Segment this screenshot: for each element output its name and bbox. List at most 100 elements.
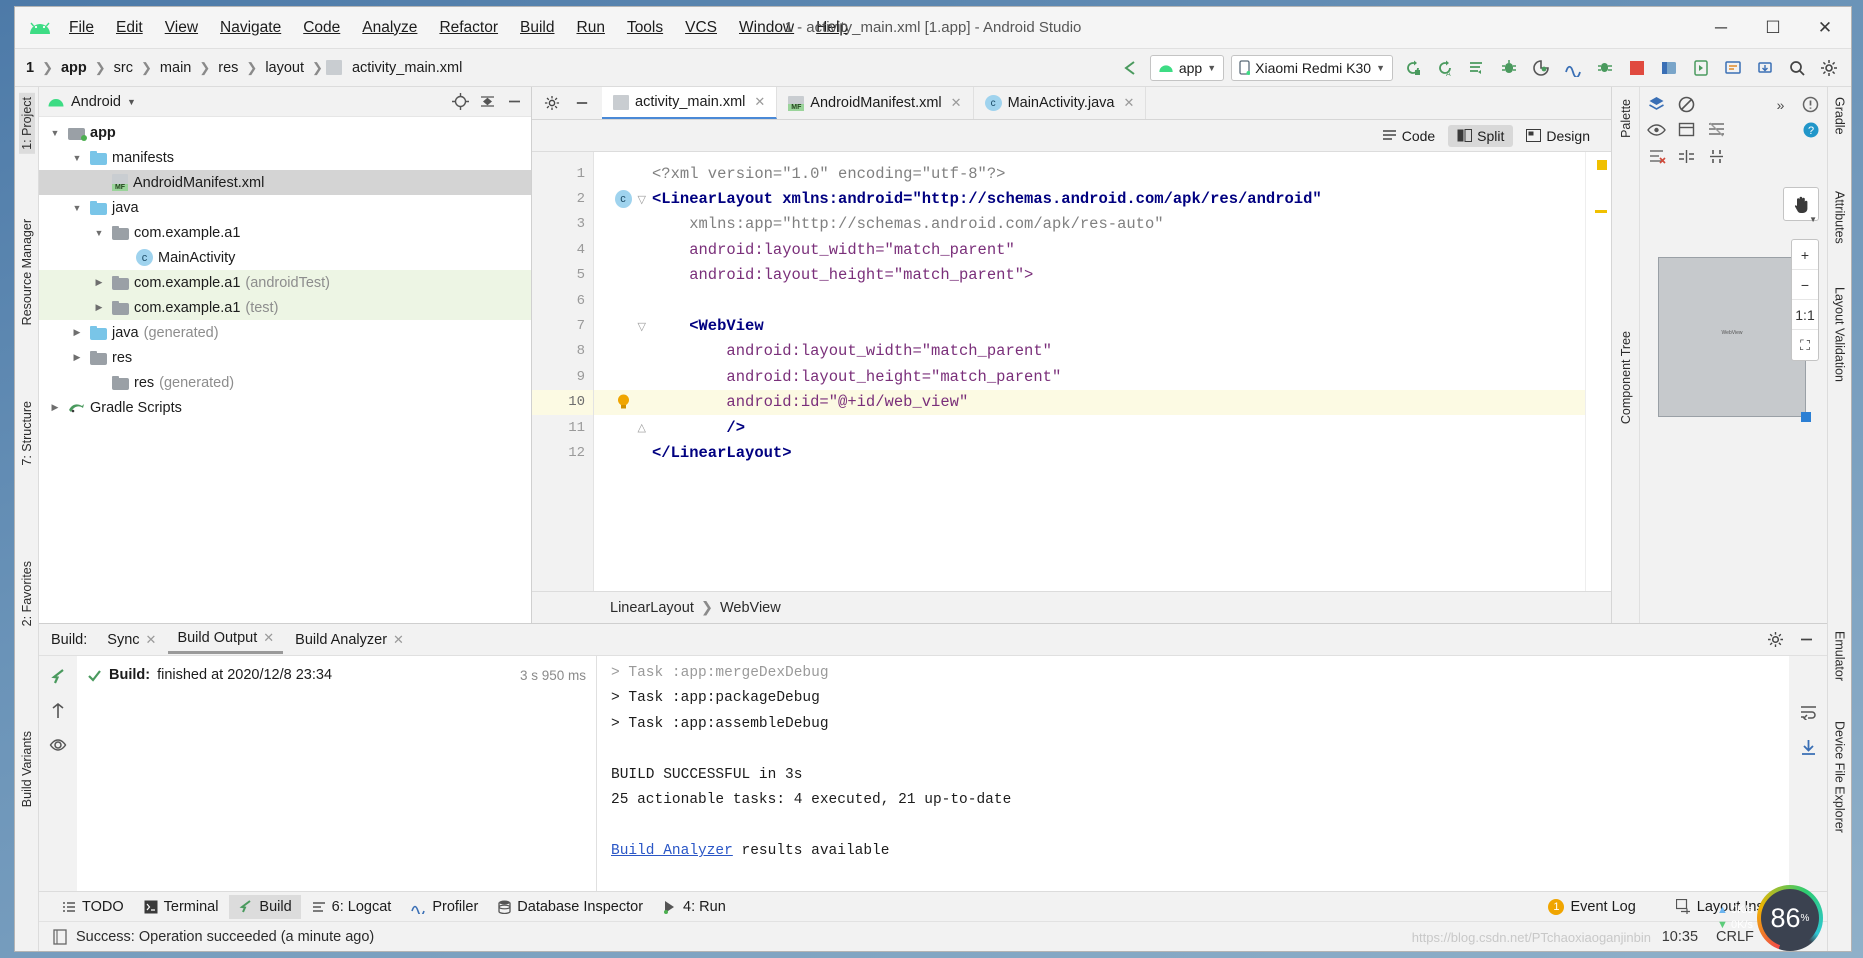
status-encoding[interactable]: UTF-8 — [1772, 929, 1813, 945]
debug-run-icon[interactable]: A — [1432, 55, 1457, 80]
twisty-icon[interactable]: ▶ — [69, 327, 85, 338]
breadcrumb-item-main[interactable]: main — [155, 58, 196, 78]
sidebar-item-gradle[interactable]: Gradle — [1832, 93, 1848, 139]
help-icon[interactable]: ? — [1801, 120, 1820, 139]
sidebar-item-build-variants[interactable]: Build Variants — [19, 727, 35, 811]
warning-stripe-icon[interactable] — [1595, 210, 1607, 213]
menu-bar[interactable]: File Edit View Navigate Code Analyze Ref… — [59, 15, 858, 41]
stop-icon[interactable] — [1624, 55, 1649, 80]
sidebar-item-structure[interactable]: 7: Structure — [19, 397, 35, 470]
eye-icon[interactable] — [1647, 120, 1666, 139]
tool-button-todo[interactable]: TODO — [53, 895, 133, 919]
sidebar-item-emulator[interactable]: Emulator — [1832, 627, 1848, 685]
twisty-icon[interactable]: ▶ — [91, 277, 107, 288]
build-settings-icon[interactable] — [1767, 631, 1784, 648]
sidebar-item-attributes[interactable]: Attributes — [1832, 187, 1848, 248]
close-icon[interactable]: ✕ — [263, 630, 274, 646]
tree-node-res[interactable]: ▶ res — [39, 345, 531, 370]
tab-main-activity-java[interactable]: c MainActivity.java ✕ — [974, 87, 1147, 119]
sidebar-item-device-file-explorer[interactable]: Device File Explorer — [1832, 717, 1848, 837]
editor-error-stripe[interactable] — [1585, 152, 1611, 591]
tool-button-layout-inspector[interactable]: Layout Inspector — [1667, 895, 1813, 919]
device-manager-icon[interactable] — [1688, 55, 1713, 80]
marker-intention-bulb[interactable] — [594, 390, 652, 415]
scroll-from-source-icon[interactable] — [452, 93, 469, 110]
breadcrumb-index[interactable]: 1 — [21, 58, 39, 78]
build-filter-icon[interactable] — [49, 702, 67, 720]
build-tab-build-output[interactable]: Build Output ✕ — [168, 625, 283, 654]
close-icon[interactable]: ✕ — [146, 632, 157, 648]
tab-palette[interactable]: Palette — [1618, 95, 1634, 142]
issues-icon[interactable] — [1801, 95, 1820, 114]
build-result-tree[interactable]: Build: finished at 2020/12/8 23:34 3 s 9… — [77, 656, 597, 891]
breadcrumb-item-app[interactable]: app — [56, 58, 92, 78]
tree-node-res-generated[interactable]: res (generated) — [39, 370, 531, 395]
toggle-constraints-icon[interactable] — [1707, 120, 1726, 139]
tool-button-profiler[interactable]: Profiler — [402, 895, 487, 919]
twisty-icon[interactable]: ▶ — [91, 302, 107, 313]
hide-editor-icon[interactable] — [574, 95, 590, 111]
apk-analyzer-icon[interactable] — [1752, 55, 1777, 80]
zoom-fit-button[interactable]: ⛶ — [1792, 330, 1818, 360]
zoom-controls[interactable]: + − 1:1 ⛶ — [1791, 239, 1819, 361]
build-tab-build-analyzer[interactable]: Build Analyzer ✕ — [286, 627, 413, 653]
menu-build[interactable]: Build — [510, 15, 564, 41]
project-structure-icon[interactable] — [1656, 55, 1681, 80]
zoom-out-button[interactable]: − — [1792, 270, 1818, 300]
layers-icon[interactable] — [1647, 95, 1666, 114]
console-line-link-row[interactable]: Build Analyzer results available — [611, 839, 1789, 865]
tree-node-package-androidtest[interactable]: ▶ com.example.a1 (androidTest) — [39, 270, 531, 295]
sync-gradle-icon[interactable] — [1464, 55, 1489, 80]
gutter-markers[interactable]: c ▽ ▽ — [594, 152, 652, 591]
menu-navigate[interactable]: Navigate — [210, 15, 291, 41]
twisty-icon[interactable]: ▶ — [69, 352, 85, 363]
warning-marker-icon[interactable] — [1597, 160, 1607, 170]
tree-node-manifests[interactable]: ▼ manifests — [39, 145, 531, 170]
maximize-button[interactable]: ☐ — [1747, 7, 1799, 49]
profiler-icon[interactable] — [1560, 55, 1585, 80]
view-mode-code[interactable]: Code — [1373, 125, 1444, 147]
build-rerun-icon[interactable] — [48, 666, 68, 686]
code-editor[interactable]: 1 2 3 4 5 6 7 8 9 10 11 12 — [532, 152, 1611, 591]
twisty-icon[interactable]: ▼ — [47, 128, 63, 138]
soft-wrap-icon[interactable] — [1799, 704, 1818, 720]
menu-tools[interactable]: Tools — [617, 15, 673, 41]
blueprint-mode-icon[interactable] — [1677, 95, 1696, 114]
sidebar-item-layout-validation[interactable]: Layout Validation — [1832, 283, 1848, 386]
menu-refactor[interactable]: Refactor — [429, 15, 508, 41]
close-button[interactable]: ✕ — [1799, 7, 1851, 49]
tab-component-tree[interactable]: Component Tree — [1618, 327, 1634, 428]
build-tab-sync[interactable]: Sync ✕ — [98, 627, 165, 653]
build-hide-icon[interactable] — [1798, 631, 1815, 648]
breadcrumb-item-res[interactable]: res — [213, 58, 243, 78]
layout-preview[interactable]: WebView — [1658, 257, 1806, 417]
zoom-in-button[interactable]: + — [1792, 240, 1818, 270]
chevron-down-icon[interactable]: ▼ — [127, 97, 136, 107]
twisty-icon[interactable]: ▼ — [69, 203, 85, 213]
editor-settings-icon[interactable] — [544, 95, 560, 111]
breadcrumb[interactable]: 1 ❯ app ❯ src ❯ main ❯ res ❯ layout ❯ ac… — [21, 58, 467, 78]
build-toggle-view-icon[interactable] — [49, 736, 67, 754]
twisty-icon[interactable]: ▼ — [91, 228, 107, 238]
marker-fold-webview[interactable]: ▽ — [594, 313, 652, 338]
tab-android-manifest-xml[interactable]: AndroidManifest.xml ✕ — [777, 87, 973, 119]
tree-node-android-manifest[interactable]: AndroidManifest.xml — [39, 170, 531, 195]
close-icon[interactable]: ✕ — [1123, 95, 1134, 111]
menu-analyze[interactable]: Analyze — [352, 15, 427, 41]
hide-panel-icon[interactable] — [506, 93, 523, 110]
align-horizontal-icon[interactable] — [1677, 147, 1696, 166]
breadcrumb-item-src[interactable]: src — [109, 58, 138, 78]
clear-constraints-icon[interactable] — [1647, 147, 1666, 166]
tree-node-package[interactable]: ▼ com.example.a1 — [39, 220, 531, 245]
menu-help[interactable]: Help — [806, 15, 858, 41]
tool-button-event-log[interactable]: 1 Event Log — [1539, 895, 1644, 919]
tree-node-java-generated[interactable]: ▶ java (generated) — [39, 320, 531, 345]
tool-button-run[interactable]: 4: Run — [654, 895, 735, 919]
tree-node-package-test[interactable]: ▶ com.example.a1 (test) — [39, 295, 531, 320]
sidebar-item-project[interactable]: 1: Project — [19, 93, 35, 154]
tool-button-terminal[interactable]: Terminal — [135, 895, 228, 919]
minimize-button[interactable]: ─ — [1695, 7, 1747, 49]
code-text[interactable]: <?xml version="1.0" encoding="utf-8"?> <… — [652, 152, 1585, 591]
device-selector[interactable]: Xiaomi Redmi K30 ▼ — [1231, 55, 1393, 81]
marker-fold-end[interactable]: △ — [594, 415, 652, 440]
